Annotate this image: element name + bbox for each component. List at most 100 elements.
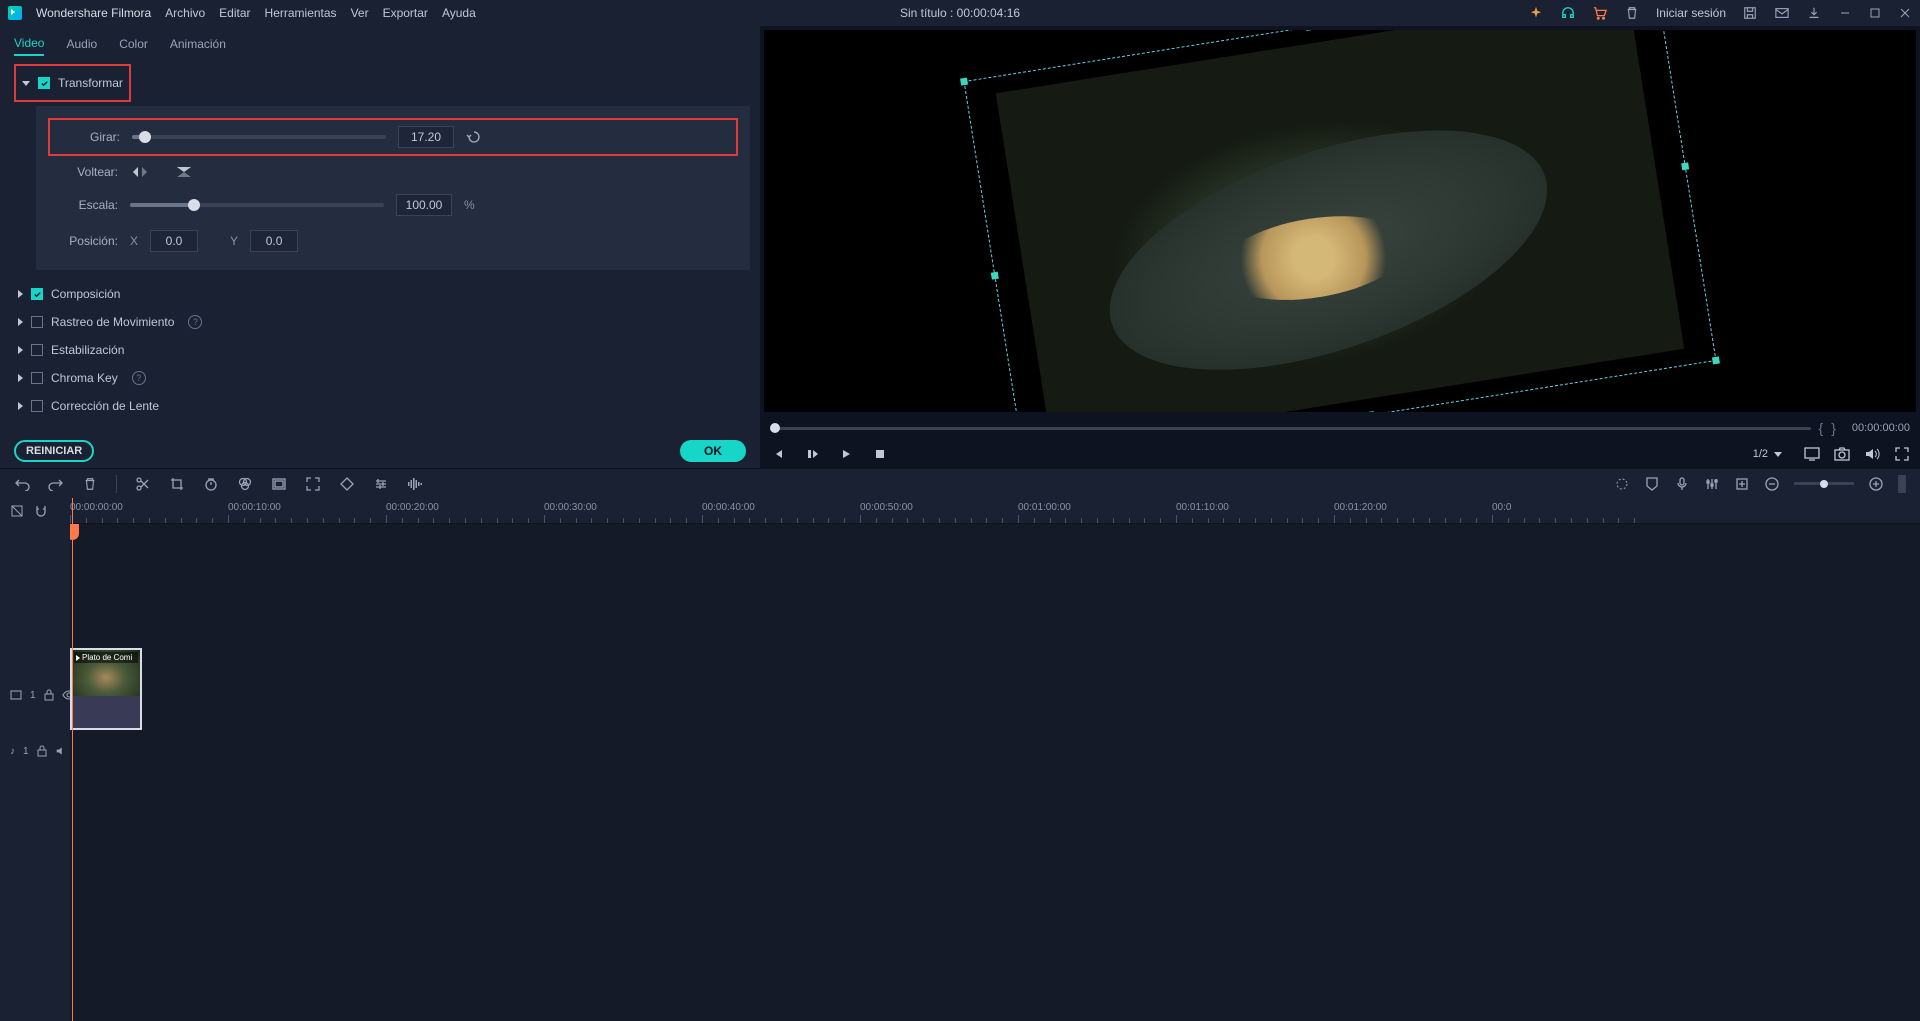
section-chroma[interactable]: Chroma Key ?	[14, 364, 750, 392]
redo-icon[interactable]	[48, 476, 64, 492]
crop-icon[interactable]	[169, 476, 185, 492]
close-button[interactable]	[1898, 6, 1912, 20]
stop-icon[interactable]	[872, 446, 888, 462]
rotate-value[interactable]: 17.20	[398, 126, 454, 148]
zoom-slider[interactable]	[1794, 482, 1854, 485]
flip-vertical-icon[interactable]	[174, 164, 194, 180]
stabilization-checkbox[interactable]	[31, 344, 43, 356]
mixer-icon[interactable]	[1704, 476, 1720, 492]
play-pause-icon[interactable]	[804, 446, 820, 462]
properties-panel: Video Audio Color Animación Transformar …	[0, 26, 760, 468]
marker-shield-icon[interactable]	[1644, 476, 1660, 492]
timeline-ruler[interactable]: 00:00:00:0000:00:10:0000:00:20:0000:00:3…	[70, 498, 1920, 524]
zoom-in-icon[interactable]	[1868, 476, 1884, 492]
ok-button[interactable]: OK	[680, 440, 746, 462]
mark-out-icon[interactable]: }	[1831, 420, 1836, 436]
magnet-icon[interactable]	[34, 504, 48, 518]
motion-tracking-checkbox[interactable]	[31, 316, 43, 328]
snapshot-icon[interactable]	[1834, 446, 1850, 462]
app-logo-icon	[8, 6, 22, 20]
playhead[interactable]	[72, 498, 73, 1021]
position-y-value[interactable]: 0.0	[250, 230, 298, 252]
rotate-slider[interactable]	[132, 135, 386, 139]
play-icon[interactable]	[838, 446, 854, 462]
section-stabilization[interactable]: Estabilización	[14, 336, 750, 364]
rotate-label: Girar:	[60, 130, 120, 144]
trash-icon[interactable]	[1624, 5, 1640, 21]
split-icon[interactable]	[135, 476, 151, 492]
fullscreen-icon[interactable]	[1894, 446, 1910, 462]
tab-animation[interactable]: Animación	[170, 37, 226, 55]
chroma-label: Chroma Key	[51, 371, 118, 385]
menu-export[interactable]: Exportar	[383, 6, 428, 20]
timeline-options-icon[interactable]	[10, 504, 24, 518]
menu-edit[interactable]: Editar	[219, 6, 250, 20]
delete-icon[interactable]	[82, 476, 98, 492]
tab-color[interactable]: Color	[119, 37, 148, 55]
tab-video[interactable]: Video	[14, 36, 44, 56]
composition-checkbox[interactable]	[31, 288, 43, 300]
position-label: Posición:	[58, 234, 118, 248]
cart-icon[interactable]	[1592, 5, 1608, 21]
color-icon[interactable]	[237, 476, 253, 492]
transform-checkbox[interactable]	[38, 77, 50, 89]
help-icon[interactable]: ?	[132, 371, 146, 385]
prev-frame-icon[interactable]	[770, 446, 786, 462]
audio-track-number: 1	[23, 746, 29, 757]
section-motion-tracking[interactable]: Rastreo de Movimiento ?	[14, 308, 750, 336]
speaker-icon[interactable]	[55, 746, 67, 756]
undo-icon[interactable]	[14, 476, 30, 492]
video-preview[interactable]	[764, 30, 1916, 412]
save-icon[interactable]	[1742, 5, 1758, 21]
mic-icon[interactable]	[1674, 476, 1690, 492]
section-transform[interactable]: Transformar	[18, 68, 127, 98]
keyframe-icon[interactable]	[339, 476, 355, 492]
scale-slider[interactable]	[130, 203, 384, 207]
scale-label: Escala:	[58, 198, 118, 212]
adjust-icon[interactable]	[373, 476, 389, 492]
lens-checkbox[interactable]	[31, 400, 43, 412]
lens-label: Corrección de Lente	[51, 399, 159, 413]
menu-file[interactable]: Archivo	[165, 6, 205, 20]
render-icon[interactable]	[1614, 476, 1630, 492]
chroma-checkbox[interactable]	[31, 372, 43, 384]
minimize-button[interactable]	[1838, 6, 1852, 20]
timeline-clip[interactable]: Plato de Comi	[70, 648, 142, 730]
scrub-bar[interactable]	[770, 427, 1811, 430]
menu-view[interactable]: Ver	[351, 6, 369, 20]
preview-quality-dropdown[interactable]: 1/2	[1745, 446, 1790, 462]
expand-icon[interactable]	[305, 476, 321, 492]
maximize-button[interactable]	[1868, 6, 1882, 20]
display-icon[interactable]	[1804, 446, 1820, 462]
position-x-value[interactable]: 0.0	[150, 230, 198, 252]
scale-value[interactable]: 100.00	[396, 194, 452, 216]
section-lens[interactable]: Corrección de Lente	[14, 392, 750, 420]
effects-icon[interactable]	[1528, 5, 1544, 21]
rotate-reset-icon[interactable]	[466, 129, 482, 145]
speed-icon[interactable]	[203, 476, 219, 492]
menu-help[interactable]: Ayuda	[442, 6, 476, 20]
help-icon[interactable]: ?	[188, 315, 202, 329]
audio-sync-icon[interactable]	[407, 476, 423, 492]
download-icon[interactable]	[1806, 5, 1822, 21]
flip-horizontal-icon[interactable]	[130, 164, 150, 180]
scale-unit: %	[464, 198, 475, 212]
video-track-number: 1	[30, 690, 36, 701]
transform-body: Girar: 17.20 Voltear: Escala	[36, 106, 750, 270]
mail-icon[interactable]	[1774, 5, 1790, 21]
zoom-out-icon[interactable]	[1764, 476, 1780, 492]
marker-add-icon[interactable]	[1734, 476, 1750, 492]
green-screen-icon[interactable]	[271, 476, 287, 492]
menu-tools[interactable]: Herramientas	[265, 6, 337, 20]
reset-button[interactable]: REINICIAR	[14, 440, 94, 462]
chevron-down-icon	[22, 81, 30, 86]
headphones-icon[interactable]	[1560, 5, 1576, 21]
login-link[interactable]: Iniciar sesión	[1656, 6, 1726, 20]
preview-panel: { } 00:00:00:00 1/2	[760, 26, 1920, 468]
mark-in-icon[interactable]: {	[1819, 420, 1824, 436]
lock-icon[interactable]	[37, 745, 47, 757]
lock-icon[interactable]	[44, 689, 54, 701]
volume-icon[interactable]	[1864, 446, 1880, 462]
tab-audio[interactable]: Audio	[66, 37, 97, 55]
section-composition[interactable]: Composición	[14, 280, 750, 308]
